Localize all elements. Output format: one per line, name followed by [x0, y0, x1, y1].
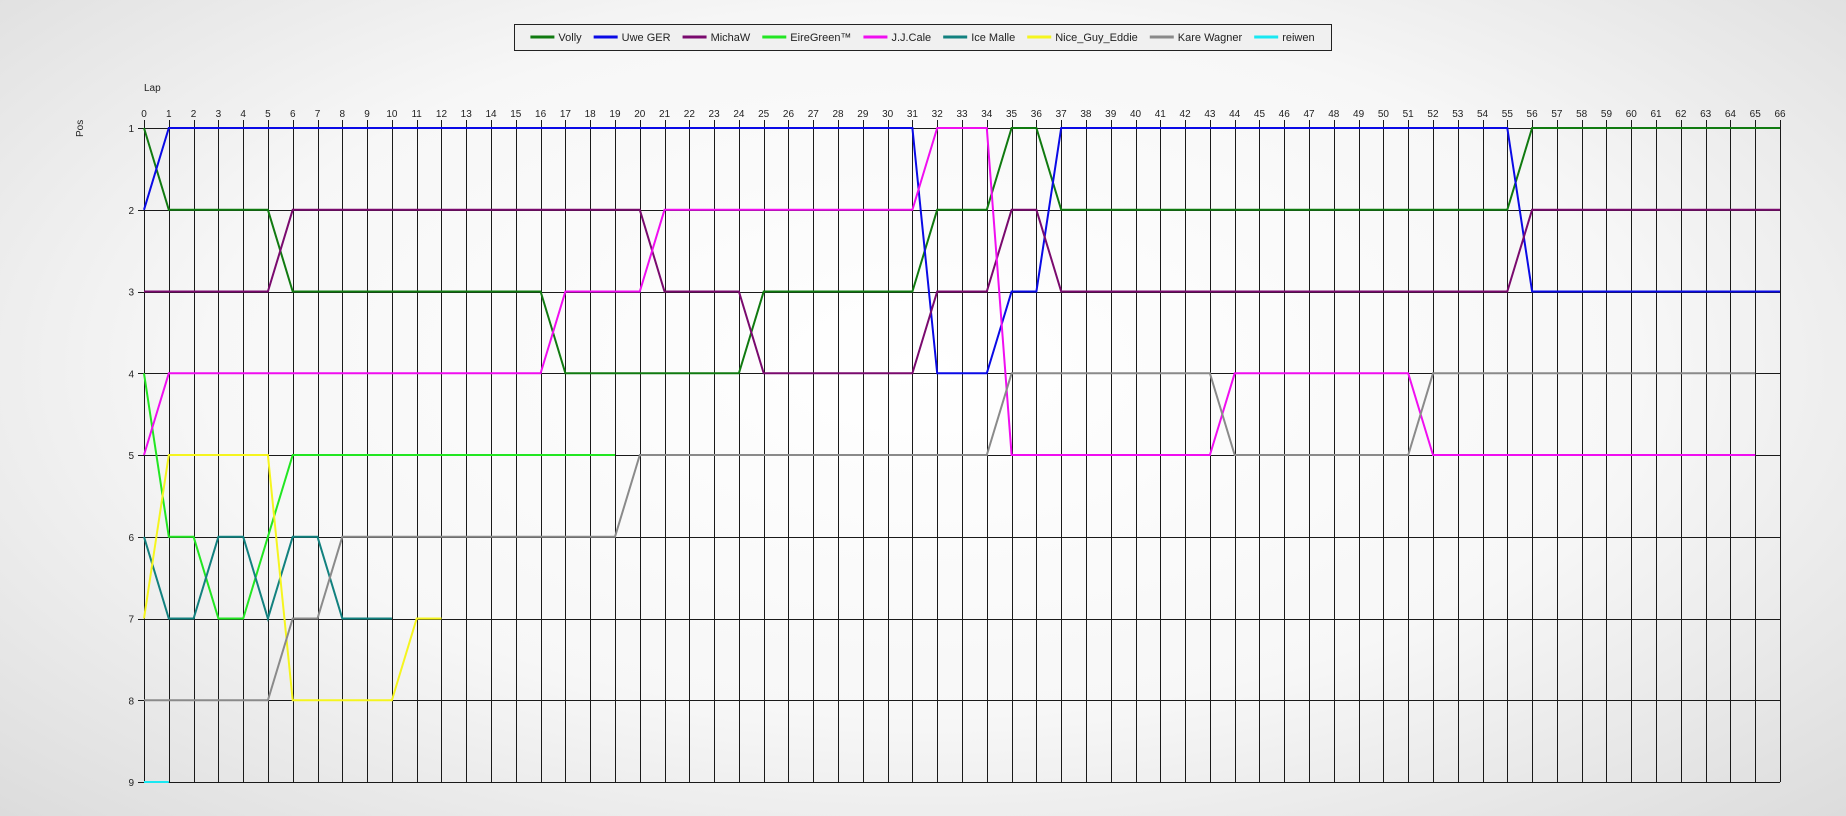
x-tick-label: 43: [1204, 109, 1216, 120]
x-tick-label: 42: [1180, 109, 1192, 120]
x-tick-label: 33: [956, 109, 968, 120]
x-tick-label: 16: [535, 109, 547, 120]
y-tick-label: 5: [128, 451, 134, 462]
x-tick-label: 59: [1601, 109, 1613, 120]
legend-label: Kare Wagner: [1178, 32, 1243, 44]
legend-label: Uwe GER: [622, 32, 671, 44]
y-tick-label: 6: [128, 533, 134, 544]
x-tick-label: 66: [1774, 109, 1786, 120]
x-tick-label: 7: [315, 109, 321, 120]
x-tick-label: 22: [684, 109, 696, 120]
y-tick-label: 8: [128, 696, 134, 707]
x-tick-label: 21: [659, 109, 671, 120]
x-tick-label: 47: [1303, 109, 1315, 120]
x-tick-label: 15: [510, 109, 522, 120]
series-line-eiregreen: [143, 373, 615, 620]
y-tick-label: 2: [128, 206, 134, 217]
x-tick-label: 17: [560, 109, 572, 120]
x-tick-label: 19: [609, 109, 621, 120]
legend-label: MichaW: [711, 32, 751, 44]
x-axis-tick-labels: 0 1 2 3 4 5 6 7 8 9 10 11 12 13 14 15 16 17 18 19 20 21 22 23 24…: [141, 109, 1786, 120]
x-tick-label: 45: [1254, 109, 1266, 120]
chart-grid: [138, 120, 1781, 783]
x-tick-label: 56: [1527, 109, 1539, 120]
x-tick-label: 28: [832, 109, 844, 120]
y-tick-label: 7: [128, 615, 134, 626]
x-tick-label: 34: [981, 109, 993, 120]
x-tick-label: 39: [1105, 109, 1117, 120]
x-tick-label: 60: [1626, 109, 1638, 120]
x-tick-label: 53: [1452, 109, 1464, 120]
x-tick-label: 48: [1328, 109, 1340, 120]
y-tick-label: 4: [128, 369, 134, 380]
x-tick-label: 57: [1551, 109, 1563, 120]
legend-label: EireGreen™: [790, 32, 851, 44]
x-tick-label: 55: [1502, 109, 1514, 120]
x-tick-label: 51: [1403, 109, 1415, 120]
y-axis-title: Pos: [75, 120, 86, 137]
x-tick-label: 54: [1477, 109, 1489, 120]
x-tick-label: 20: [634, 109, 646, 120]
x-tick-label: 35: [1006, 109, 1018, 120]
y-tick-label: 9: [128, 778, 134, 789]
x-tick-label: 0: [141, 109, 147, 120]
x-tick-label: 12: [436, 109, 448, 120]
x-tick-label: 13: [461, 109, 473, 120]
x-tick-label: 52: [1427, 109, 1439, 120]
x-tick-label: 37: [1056, 109, 1068, 120]
x-tick-label: 38: [1080, 109, 1092, 120]
x-tick-label: 30: [882, 109, 894, 120]
x-tick-label: 27: [808, 109, 820, 120]
series-line-nice-guy-eddie: [143, 454, 442, 702]
series-line-ice-malle: [143, 535, 392, 622]
x-tick-label: 18: [585, 109, 597, 120]
x-tick-label: 41: [1155, 109, 1167, 120]
x-tick-label: 9: [364, 109, 370, 120]
y-axis-tick-labels: 1 2 3 4 5 6 7 8 9: [128, 124, 134, 789]
x-tick-label: 26: [783, 109, 795, 120]
series-line-kare-wagner: [144, 372, 1756, 702]
x-axis-title: Lap: [144, 83, 161, 94]
x-tick-label: 64: [1725, 109, 1737, 120]
x-tick-label: 31: [907, 109, 919, 120]
x-tick-label: 3: [216, 109, 222, 120]
x-tick-label: 23: [709, 109, 721, 120]
x-tick-label: 63: [1700, 109, 1712, 120]
x-tick-label: 50: [1378, 109, 1390, 120]
x-tick-label: 46: [1279, 109, 1291, 120]
x-tick-label: 36: [1031, 109, 1043, 120]
x-tick-label: 5: [265, 109, 271, 120]
x-tick-label: 62: [1675, 109, 1687, 120]
x-tick-label: 6: [290, 109, 296, 120]
x-tick-label: 58: [1576, 109, 1588, 120]
legend-label: Volly: [558, 32, 582, 44]
legend-label: Ice Malle: [971, 32, 1015, 44]
x-tick-label: 44: [1229, 109, 1241, 120]
race-position-chart: Volly Uwe GER MichaW EireGreen™ J.J.Cale Ice …: [75, 24, 1786, 789]
legend-label: J.J.Cale: [891, 32, 931, 44]
x-tick-label: 1: [166, 109, 172, 120]
x-tick-label: 2: [191, 109, 197, 120]
legend-label: reiwen: [1282, 32, 1314, 44]
x-tick-label: 61: [1650, 109, 1662, 120]
legend-label: Nice_Guy_Eddie: [1055, 32, 1138, 44]
x-tick-label: 24: [733, 109, 745, 120]
x-tick-label: 10: [386, 109, 398, 120]
x-tick-label: 4: [240, 109, 246, 120]
x-tick-label: 14: [485, 109, 497, 120]
x-tick-label: 49: [1353, 109, 1365, 120]
x-tick-label: 40: [1130, 109, 1142, 120]
chart-legend: Volly Uwe GER MichaW EireGreen™ J.J.Cale Ice …: [514, 24, 1332, 51]
x-tick-label: 25: [758, 109, 770, 120]
x-tick-label: 8: [340, 109, 346, 120]
x-tick-label: 11: [411, 109, 422, 120]
x-tick-label: 29: [857, 109, 869, 120]
x-tick-label: 65: [1750, 109, 1762, 120]
y-tick-label: 3: [128, 288, 134, 299]
x-tick-label: 32: [932, 109, 944, 120]
y-tick-label: 1: [128, 124, 134, 135]
